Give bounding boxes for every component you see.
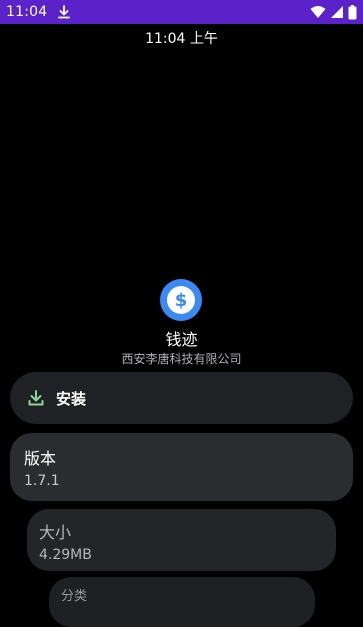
size-card: 大小 4.29MB (27, 509, 336, 571)
status-time: 11:04 (6, 4, 48, 20)
category-card: 分类 (49, 577, 315, 627)
version-value: 1.7.1 (24, 473, 60, 489)
app-name: 钱迹 (165, 330, 198, 349)
version-title: 版本 (24, 449, 57, 468)
wifi-icon (310, 5, 326, 19)
download-icon (57, 5, 71, 19)
status-bar: 11:04 (0, 0, 363, 24)
dollar-icon: $ (167, 286, 195, 314)
app-developer: 西安李唐科技有限公司 (121, 352, 242, 366)
lockscreen-clock: 11:04 上午 (145, 31, 218, 47)
size-value: 4.29MB (39, 547, 92, 563)
install-label: 安装 (56, 389, 87, 408)
install-button[interactable]: 安装 (10, 372, 353, 424)
battery-icon (348, 4, 357, 20)
signal-icon (330, 5, 344, 19)
app-icon: $ (160, 279, 202, 321)
size-title: 大小 (39, 523, 72, 542)
version-card: 版本 1.7.1 (10, 433, 353, 501)
download-icon (26, 388, 46, 408)
